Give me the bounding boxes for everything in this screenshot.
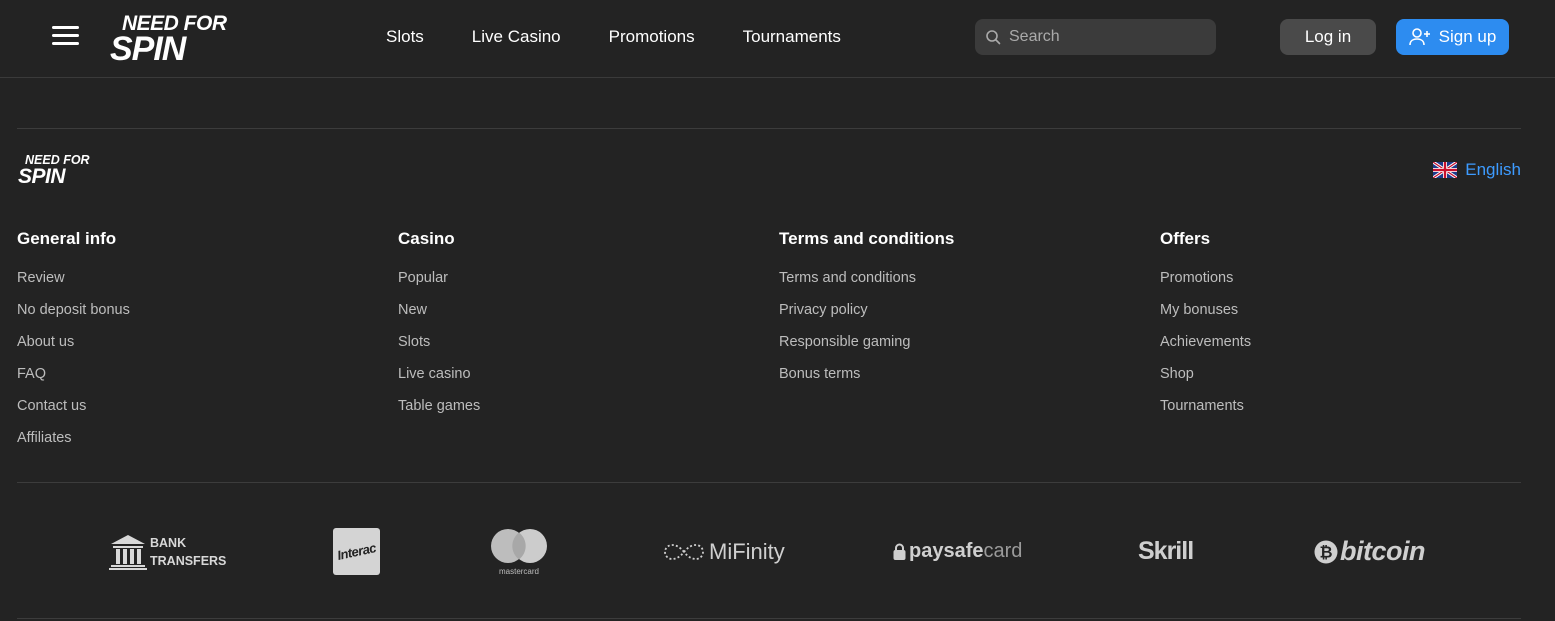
- link-about-us[interactable]: About us: [17, 333, 130, 365]
- link-responsible-gaming[interactable]: Responsible gaming: [779, 333, 954, 365]
- link-new[interactable]: New: [398, 301, 480, 333]
- link-faq[interactable]: FAQ: [17, 365, 130, 397]
- uk-flag-icon: [1433, 162, 1458, 178]
- footer-col-offers: Offers Promotions My bonuses Achievement…: [1160, 229, 1251, 429]
- bank-icon: [109, 534, 147, 570]
- bitcoin-icon: ₿: [1314, 540, 1338, 563]
- main-nav: Slots Live Casino Promotions Tournaments: [386, 27, 889, 47]
- link-review[interactable]: Review: [17, 269, 130, 301]
- mifinity-logo: MiFinity: [663, 484, 785, 619]
- link-table-games[interactable]: Table games: [398, 397, 480, 429]
- col-title: Terms and conditions: [779, 229, 955, 248]
- bitcoin-text: bitcoin: [1340, 536, 1426, 566]
- interac-logo: Interac: [333, 484, 380, 619]
- signup-label: Sign up: [1438, 27, 1497, 46]
- top-bar: NEED FOR SPIN Slots Live Casino Promotio…: [0, 0, 1555, 78]
- language-selector[interactable]: English: [1433, 160, 1521, 180]
- bitcoin-logo: ₿ bitcoin: [1314, 484, 1426, 619]
- col-title: Casino: [398, 229, 455, 248]
- link-promotions[interactable]: Promotions: [1160, 269, 1251, 301]
- link-live-casino[interactable]: Live casino: [398, 365, 480, 397]
- mastercard-logo: mastercard: [490, 484, 548, 619]
- paysafecard-logo: paysafecard: [893, 484, 1022, 619]
- signup-button[interactable]: Sign up: [1396, 19, 1509, 55]
- link-tournaments[interactable]: Tournaments: [1160, 397, 1251, 429]
- bank-line1: BANK: [150, 535, 187, 550]
- nav-live-casino[interactable]: Live Casino: [472, 27, 561, 47]
- nav-tournaments[interactable]: Tournaments: [743, 27, 841, 47]
- link-privacy[interactable]: Privacy policy: [779, 301, 954, 333]
- login-label: Log in: [1304, 27, 1352, 46]
- svg-text:₿: ₿: [1319, 543, 1332, 561]
- link-terms[interactable]: Terms and conditions: [779, 269, 954, 301]
- divider: [17, 618, 1521, 619]
- link-slots[interactable]: Slots: [398, 333, 480, 365]
- mifinity-text: MiFinity: [709, 538, 785, 564]
- link-affiliates[interactable]: Affiliates: [17, 429, 130, 461]
- mastercard-icon: [491, 528, 547, 563]
- paysafe-bold: paysafe: [909, 540, 984, 562]
- menu-icon[interactable]: [52, 26, 79, 46]
- infinity-icon: [664, 543, 704, 560]
- divider: [17, 128, 1521, 129]
- footer-col-general: General info Review No deposit bonus Abo…: [17, 229, 130, 461]
- footer-logo[interactable]: NEED FOR SPIN: [17, 152, 101, 186]
- skrill-text: Skrill: [1138, 537, 1194, 565]
- link-popular[interactable]: Popular: [398, 269, 480, 301]
- nav-promotions[interactable]: Promotions: [609, 27, 695, 47]
- svg-text:SPIN: SPIN: [110, 30, 188, 64]
- link-contact-us[interactable]: Contact us: [17, 397, 130, 429]
- paysafe-light: card: [983, 540, 1023, 562]
- skrill-logo: Skrill: [1138, 484, 1194, 619]
- col-title: General info: [17, 229, 117, 248]
- col-title: Offers: [1160, 229, 1211, 248]
- divider: [17, 482, 1521, 483]
- link-my-bonuses[interactable]: My bonuses: [1160, 301, 1251, 333]
- bank-line2: TRANSFERS: [150, 553, 227, 568]
- footer-col-terms: Terms and conditions Terms and condition…: [779, 229, 954, 397]
- logo[interactable]: NEED FOR SPIN: [108, 10, 250, 64]
- add-user-icon: [1408, 28, 1430, 46]
- language-label: English: [1465, 160, 1521, 179]
- payment-methods: BANK TRANSFERS Interac mastercard MiFini…: [0, 484, 1555, 619]
- mastercard-text: mastercard: [498, 566, 539, 576]
- login-button[interactable]: Log in: [1280, 19, 1376, 55]
- interac-text: Interac: [335, 540, 378, 563]
- search-box[interactable]: [975, 19, 1216, 55]
- lock-icon: [893, 543, 906, 560]
- nav-slots[interactable]: Slots: [386, 27, 424, 47]
- link-bonus-terms[interactable]: Bonus terms: [779, 365, 954, 397]
- search-icon: [986, 30, 1001, 45]
- svg-text:SPIN: SPIN: [18, 165, 66, 186]
- link-shop[interactable]: Shop: [1160, 365, 1251, 397]
- link-achievements[interactable]: Achievements: [1160, 333, 1251, 365]
- link-no-deposit-bonus[interactable]: No deposit bonus: [17, 301, 130, 333]
- footer-col-casino: Casino Popular New Slots Live casino Tab…: [398, 229, 480, 429]
- bank-transfer-logo: BANK TRANSFERS: [109, 484, 226, 619]
- search-input[interactable]: [1009, 28, 1209, 46]
